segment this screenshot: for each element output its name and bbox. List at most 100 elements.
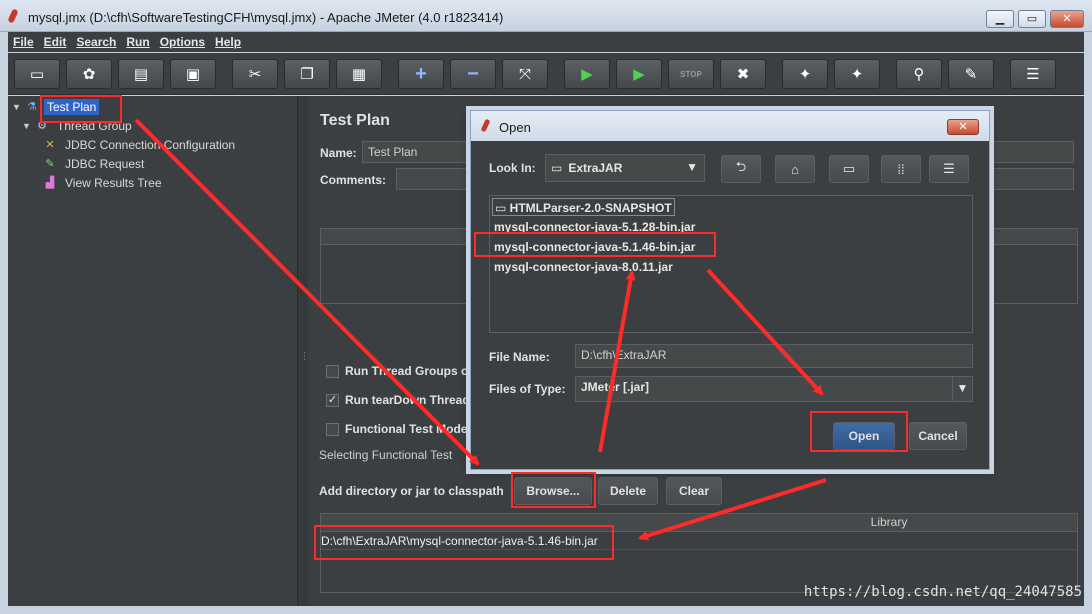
functional-test-mode-checkbox[interactable]: [326, 423, 339, 436]
start-no-pauses-icon: ▶: [633, 66, 645, 83]
collapse-icon: −: [467, 62, 479, 85]
start-no-pauses-button[interactable]: ▶: [616, 59, 662, 89]
run-teardown-label: Run tearDown Thread: [345, 393, 470, 407]
clear-all-button[interactable]: ✦: [834, 59, 880, 89]
functional-test-mode-label: Functional Test Mode: [345, 422, 468, 436]
list-view-icon: ⁞⁞: [897, 161, 905, 177]
tree-item-label: JDBC Connection Configuration: [65, 138, 236, 152]
cancel-button[interactable]: Cancel: [909, 422, 967, 450]
close-dialog-button[interactable]: ✕: [947, 119, 979, 135]
tree-item-label: JDBC Request: [65, 157, 145, 171]
collapse-button[interactable]: −: [450, 59, 496, 89]
wrench-icon: ✕: [45, 139, 55, 151]
chevron-down-icon: ▼: [686, 160, 698, 174]
shutdown-button[interactable]: ✖: [720, 59, 766, 89]
list-view-button[interactable]: ⁞⁞: [881, 155, 921, 183]
cut-button[interactable]: ✂: [232, 59, 278, 89]
file-list[interactable]: ▭ HTMLParser-2.0-SNAPSHOT mysql-connecto…: [489, 195, 973, 333]
library-table[interactable]: Library D:\cfh\ExtraJAR\mysql-connector-…: [320, 513, 1078, 593]
jmeter-logo-icon: [7, 8, 19, 24]
classpath-label: Add directory or jar to classpath: [319, 484, 504, 498]
pane-splitter[interactable]: ⋮: [298, 96, 309, 606]
toolbar: ▭ ✿ ▤ ▣ ✂ ❐ ▦ + − ⤧ ▶ ▶ STOP ✖ ✦ ✦ ⚲ ✎ ☰: [8, 53, 1084, 95]
function-helper-button[interactable]: ☰: [1010, 59, 1056, 89]
tree-item-thread-group[interactable]: ▼ ⚙ Thread Group: [22, 117, 135, 135]
stop-icon: STOP: [680, 69, 702, 79]
expand-toggle-icon[interactable]: ▼: [22, 121, 32, 131]
copy-icon: ❐: [300, 66, 314, 83]
new-button[interactable]: ▭: [14, 59, 60, 89]
file-name-label: File Name:: [489, 350, 550, 364]
up-one-level-button[interactable]: ⮌: [721, 155, 761, 183]
run-thread-groups-checkbox[interactable]: [326, 365, 339, 378]
menu-run[interactable]: Run: [121, 32, 154, 49]
look-in-select[interactable]: ▭ ExtraJAR ▼: [545, 154, 705, 182]
open-button[interactable]: ▤: [118, 59, 164, 89]
menu-help[interactable]: Help: [210, 32, 246, 49]
toggle-button[interactable]: ⤧: [502, 59, 548, 89]
look-in-value: ExtraJAR: [568, 161, 623, 175]
list-item-connector-5146[interactable]: mysql-connector-java-5.1.46-bin.jar: [492, 238, 697, 256]
files-of-type-value: JMeter [.jar]: [581, 380, 650, 394]
files-of-type-select[interactable]: JMeter [.jar] ▼: [575, 376, 973, 402]
search-button[interactable]: ⚲: [896, 59, 942, 89]
open-file-dialog: Open ✕ Look In: ▭ ExtraJAR ▼ ⮌ ⌂ ▭ ⁞⁞ ☰ …: [470, 110, 990, 470]
details-view-icon: ☰: [943, 161, 955, 176]
start-button[interactable]: ▶: [564, 59, 610, 89]
folder-icon: ▭: [551, 161, 563, 175]
menu-edit[interactable]: Edit: [39, 32, 72, 49]
open-button[interactable]: Open: [833, 422, 895, 450]
test-plan-tree: ▼ ⚗ Test Plan ▼ ⚙ Thread Group ✕ JDBC Co…: [8, 96, 298, 606]
templates-button[interactable]: ✿: [66, 59, 112, 89]
run-teardown-checkbox[interactable]: ✓: [326, 394, 339, 407]
stop-button[interactable]: STOP: [668, 59, 714, 89]
menu-file[interactable]: File: [8, 32, 39, 49]
tree-item-test-plan[interactable]: ▼ ⚗ Test Plan: [12, 98, 100, 116]
menu-search[interactable]: Search: [71, 32, 121, 49]
clear-button[interactable]: Clear: [666, 477, 722, 505]
shutdown-icon: ✖: [736, 66, 750, 83]
minimize-button[interactable]: ▁: [986, 10, 1014, 28]
tree-item-label: Test Plan: [44, 99, 100, 115]
paste-button[interactable]: ▦: [336, 59, 382, 89]
start-icon: ▶: [581, 66, 593, 83]
look-in-label: Look In:: [489, 161, 536, 175]
list-item-connector-5128[interactable]: mysql-connector-java-5.1.28-bin.jar: [492, 218, 697, 236]
details-view-button[interactable]: ☰: [929, 155, 969, 183]
menu-options[interactable]: Options: [155, 32, 210, 49]
new-icon: ▭: [29, 66, 45, 83]
new-folder-button[interactable]: ▭: [829, 155, 869, 183]
clear-icon: ✦: [798, 66, 812, 83]
clear-button[interactable]: ✦: [782, 59, 828, 89]
tree-item-jdbc-connection-configuration[interactable]: ✕ JDBC Connection Configuration: [42, 136, 238, 154]
tree-item-view-results-tree[interactable]: ▟ View Results Tree: [42, 174, 165, 192]
copy-button[interactable]: ❐: [284, 59, 330, 89]
search-icon: ⚲: [913, 66, 925, 83]
save-icon: ▣: [185, 66, 201, 83]
folder-icon: ▭: [495, 201, 510, 215]
save-button[interactable]: ▣: [170, 59, 216, 89]
home-button[interactable]: ⌂: [775, 155, 815, 183]
maximize-button[interactable]: ▭: [1018, 10, 1046, 28]
list-item-connector-8011[interactable]: mysql-connector-java-8.0.11.jar: [492, 258, 675, 276]
window-title: mysql.jmx (D:\cfh\SoftwareTestingCFH\mys…: [28, 10, 504, 25]
files-of-type-label: Files of Type:: [489, 382, 566, 396]
functional-mode-note: Selecting Functional Test: [319, 448, 453, 462]
delete-button[interactable]: Delete: [598, 477, 658, 505]
file-name-input[interactable]: D:\cfh\ExtraJAR: [575, 344, 973, 368]
gear-icon: ⚙: [37, 120, 47, 132]
expand-button[interactable]: +: [398, 59, 444, 89]
tree-item-jdbc-request[interactable]: ✎ JDBC Request: [42, 155, 147, 173]
watermark-url: https://blog.csdn.net/qq_24047585: [803, 584, 1082, 600]
file-name: HTMLParser-2.0-SNAPSHOT: [509, 201, 672, 215]
reset-search-button[interactable]: ✎: [948, 59, 994, 89]
close-window-button[interactable]: ✕: [1050, 10, 1084, 28]
tree-item-label: View Results Tree: [65, 176, 162, 190]
pen-icon: ✎: [45, 158, 55, 170]
library-row[interactable]: D:\cfh\ExtraJAR\mysql-connector-java-5.1…: [321, 532, 1077, 550]
folder-up-icon: ⮌: [735, 159, 747, 174]
browse-button[interactable]: Browse...: [514, 477, 592, 505]
expand-toggle-icon[interactable]: ▼: [12, 102, 22, 112]
window-title-bar: mysql.jmx (D:\cfh\SoftwareTestingCFH\mys…: [0, 0, 1092, 32]
list-item-htmlparser[interactable]: ▭ HTMLParser-2.0-SNAPSHOT: [492, 198, 675, 216]
